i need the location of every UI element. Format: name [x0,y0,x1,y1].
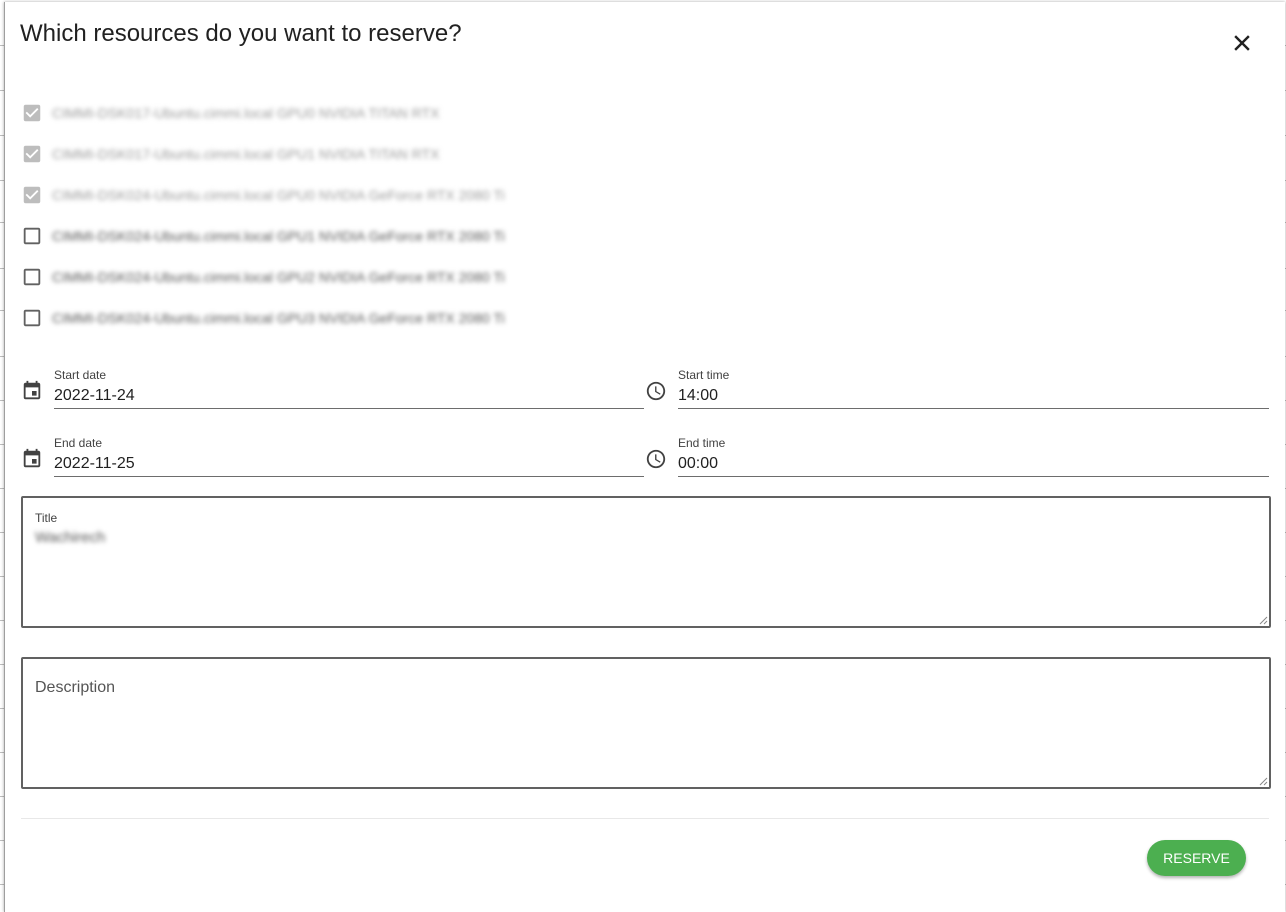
resource-label: CIMMI-DSK024-Ubuntu.cimmi.local GPU0 NVI… [52,187,505,203]
start-date-value[interactable]: 2022-11-24 [54,387,135,405]
checkbox-checked-icon [23,186,41,204]
checkbox-checked-icon [23,104,41,122]
end-time-label: End time [678,436,726,450]
end-time-value[interactable]: 00:00 [678,455,718,473]
reserve-dialog: Which resources do you want to reserve? … [4,2,1285,912]
end-date-label: End date [54,436,103,450]
resize-handle-icon[interactable] [1259,616,1268,625]
start-date-label: Start date [54,368,107,382]
calendar-icon[interactable] [21,448,45,472]
checkbox-checked-icon [23,145,41,163]
clock-icon[interactable] [645,448,669,472]
resource-label: CIMMI-DSK024-Ubuntu.cimmi.local GPU3 NVI… [52,310,505,326]
checkbox-unchecked-icon[interactable] [21,266,43,288]
resize-handle-icon[interactable] [1259,777,1268,786]
resource-label: CIMMI-DSK017-Ubuntu.cimmi.local GPU0 NVI… [52,105,440,121]
resource-label: CIMMI-DSK024-Ubuntu.cimmi.local GPU2 NVI… [52,269,505,285]
footer-divider [21,818,1269,819]
checkbox-unchecked-icon[interactable] [21,307,43,329]
description-label: Description [35,679,116,696]
start-time-value[interactable]: 14:00 [678,387,718,405]
close-button[interactable] [1231,32,1253,54]
calendar-icon[interactable] [21,380,45,404]
title-textarea[interactable]: Title Wachirech [21,496,1271,628]
end-date-field[interactable]: End date 2022-11-25 [54,436,644,477]
dialog-title: Which resources do you want to reserve? [20,20,462,47]
title-label: Title [35,511,58,525]
resource-label: CIMMI-DSK024-Ubuntu.cimmi.local GPU1 NVI… [52,228,505,244]
start-time-label: Start time [678,368,730,382]
clock-icon[interactable] [645,380,669,404]
checkbox-unchecked-icon[interactable] [21,225,43,247]
end-date-value[interactable]: 2022-11-25 [54,455,135,473]
title-value[interactable]: Wachirech [35,529,105,546]
close-icon [1234,35,1250,51]
reserve-button[interactable]: Reserve [1147,840,1246,876]
start-time-field[interactable]: Start time 14:00 [678,368,1269,409]
description-textarea[interactable]: Description [21,657,1271,789]
resource-label: CIMMI-DSK017-Ubuntu.cimmi.local GPU1 NVI… [52,146,440,162]
start-date-field[interactable]: Start date 2022-11-24 [54,368,644,409]
end-time-field[interactable]: End time 00:00 [678,436,1269,477]
